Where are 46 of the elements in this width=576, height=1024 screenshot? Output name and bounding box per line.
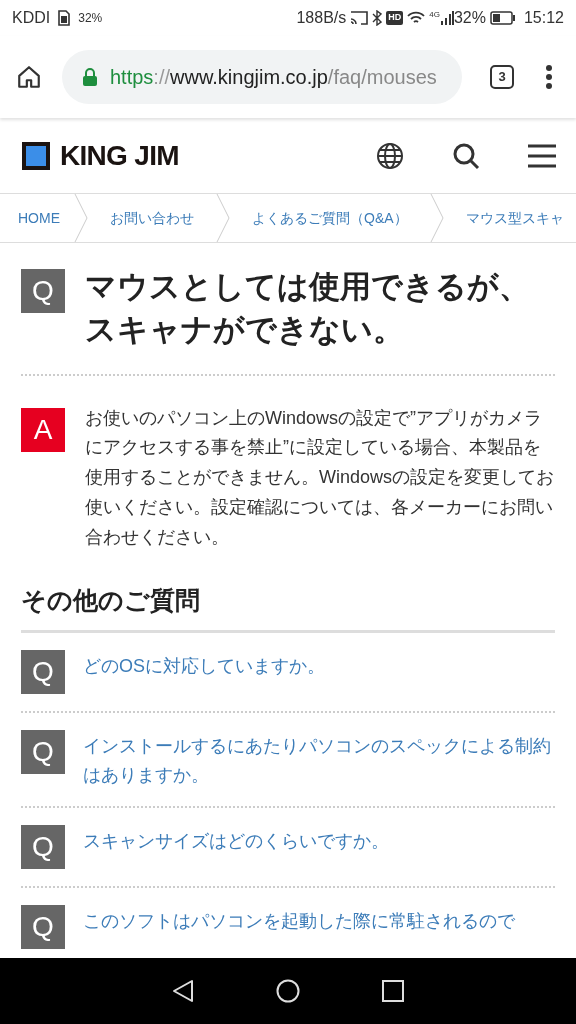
sim-icon [58,10,71,26]
q-mark-icon: A [21,407,65,452]
chevron-separator-icon [216,194,230,242]
network-speed: 188B/s [296,8,347,28]
more-menu-icon[interactable] [546,65,552,89]
faq-link[interactable]: インストールするにあたりパソコンのスペックによる制約はありますか。 [83,729,555,790]
lock-icon [82,67,98,87]
cast-icon [350,11,369,25]
q-mark-icon: Q [21,729,65,774]
home-icon[interactable] [16,64,42,90]
recents-nav-icon[interactable] [382,980,404,1002]
question-title: マウスとしては使用できるが、スキャナができない。 [85,268,531,350]
breadcrumb-link[interactable]: マウス型スキャ [443,194,576,242]
signal-icon [439,11,454,25]
answer-text: お使いのパソコン上のWindowsの設定で”アプリがカメラにアクセスする事を禁止”に設定している場合、本製品を使用することができません。Windowsの設定を変更してお使いください。設定確認については、各メーカーにお問い合わせください。 [85,406,555,549]
sim-battery-label: 32% [78,10,103,27]
breadcrumb-link[interactable]: お問い合わせ [88,194,216,242]
q-mark-icon: Q [21,905,65,950]
breadcrumb-link[interactable]: よくあるご質問（Q&A） [230,194,430,242]
section-heading: その他のご質問 [21,582,555,633]
back-nav-icon[interactable] [172,979,194,1003]
breadcrumb-link[interactable]: HOME [0,194,74,242]
q-mark-icon: Q [21,649,65,694]
faq-link[interactable]: どのOSに対応していますか。 [83,649,325,694]
url-text: https://www.kingjim.co.jp/faq/mouses [110,65,437,90]
chevron-separator-icon [429,194,444,242]
network-type-label: 4G [429,9,440,21]
home-nav-icon[interactable] [276,979,300,1003]
q-mark-icon: Q [21,269,65,313]
globe-icon[interactable] [376,141,404,170]
hd-badge: HD [386,11,404,25]
clock: 15:12 [523,8,564,28]
tab-count-button[interactable]: 3 [490,65,514,89]
faq-link[interactable]: スキャンサイズはどのくらいですか。 [83,825,389,870]
faq-link[interactable]: このソフトはパソコンを起動した際に常駐されるので [83,905,515,950]
site-logo[interactable]: KING JIM [22,134,179,177]
menu-icon[interactable] [528,143,556,168]
battery-percent: 32% [453,8,486,28]
address-bar[interactable]: https://www.kingjim.co.jp/faq/mouses [62,50,462,104]
q-mark-icon: Q [21,825,65,870]
battery-icon [489,11,516,25]
chevron-separator-icon [74,194,88,242]
wifi-icon [407,11,426,25]
search-icon[interactable] [452,141,480,170]
bluetooth-icon [372,10,383,26]
carrier-label: KDDI [12,8,51,28]
